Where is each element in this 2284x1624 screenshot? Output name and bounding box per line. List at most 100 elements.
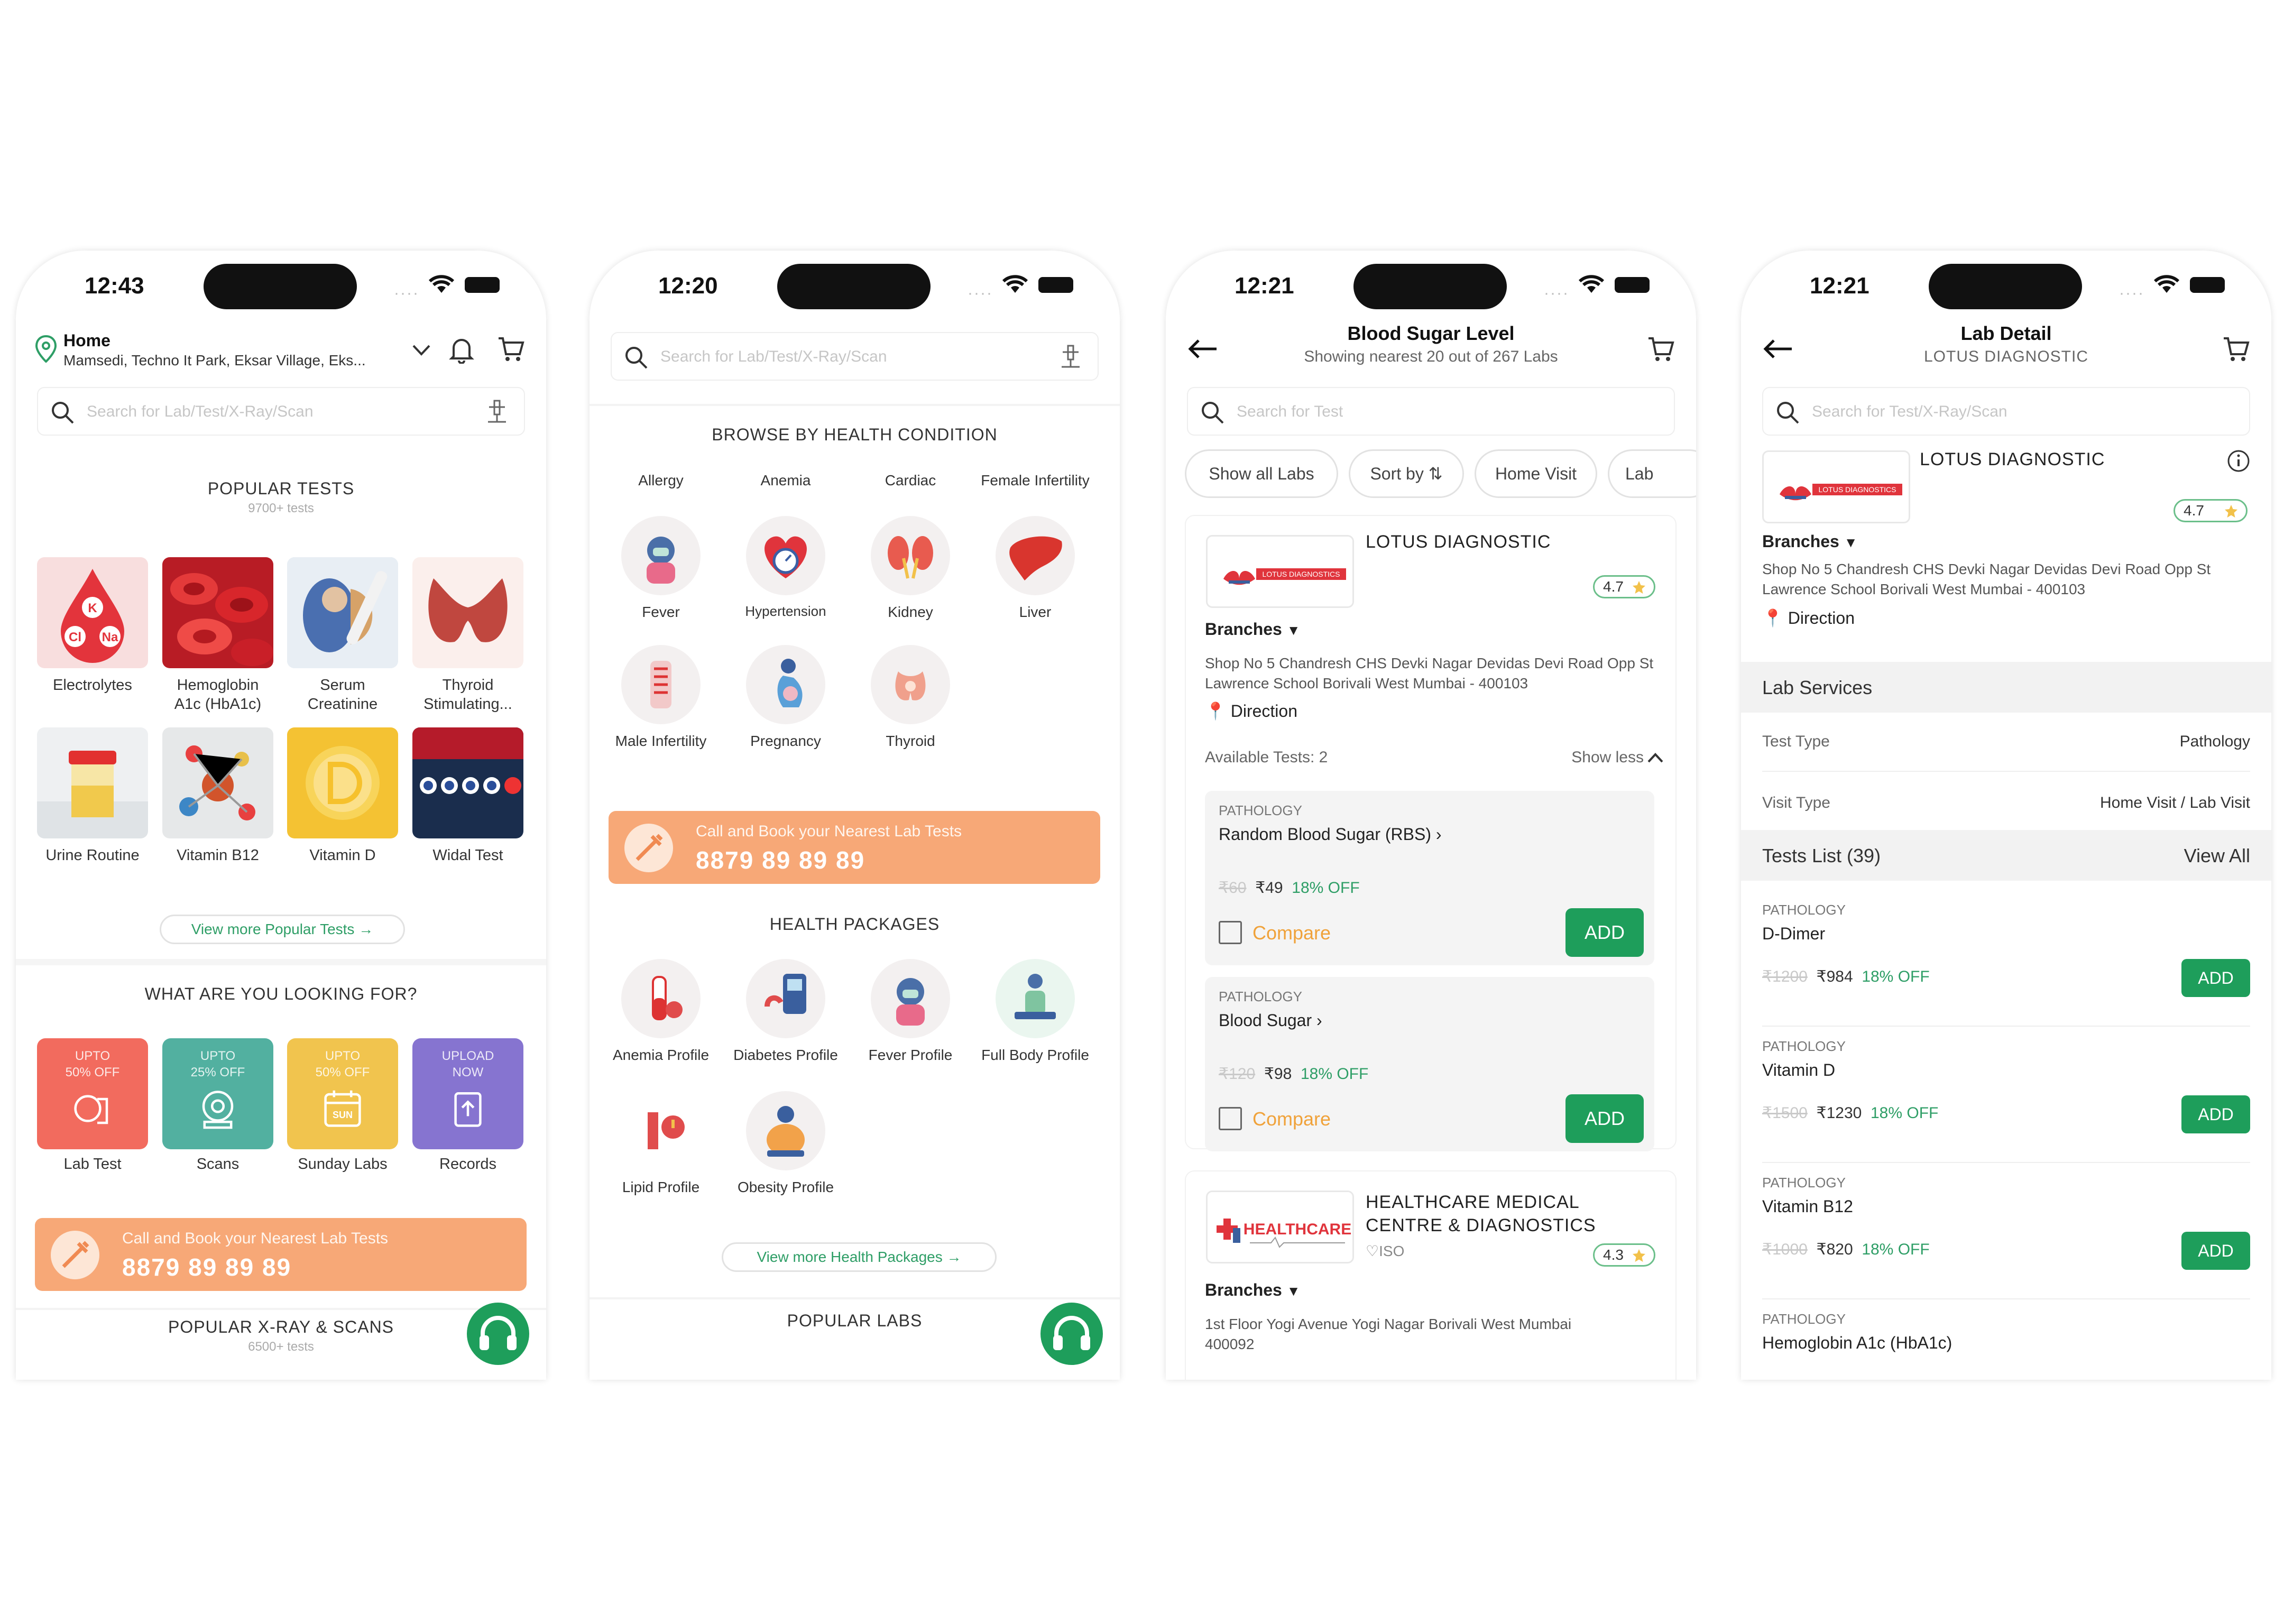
- add-button[interactable]: ADD: [1565, 1094, 1644, 1143]
- scan-machine-icon: [202, 1091, 234, 1129]
- compare-checkbox[interactable]: [1219, 1107, 1242, 1130]
- compare-label[interactable]: Compare: [1252, 1108, 1331, 1130]
- syringe-icon: [624, 824, 673, 872]
- condition-anemia-hypertension[interactable]: Anemia Hypertension: [730, 472, 841, 620]
- view-more-tests-link[interactable]: View more Popular Tests →: [160, 915, 405, 944]
- call-banner[interactable]: Call and Book your Nearest Lab Tests 887…: [609, 811, 1100, 884]
- test-price: ₹1200 ₹984 18% OFF: [1762, 967, 1930, 986]
- add-button[interactable]: ADD: [1565, 908, 1644, 957]
- test-item[interactable]: PATHOLOGY Blood Sugar › ₹120 ₹98 18% OFF…: [1205, 977, 1654, 1151]
- test-tile-hba1c[interactable]: Hemoglobin A1c (HbA1c): [162, 557, 273, 714]
- test-row[interactable]: PATHOLOGY Vitamin B12 ₹1000 ₹820 18% OFF…: [1741, 1163, 2271, 1298]
- promo-sunday-labs[interactable]: UPTO 50% OFF SUN: [287, 1038, 398, 1149]
- test-name[interactable]: Random Blood Sugar (RBS) ›: [1219, 825, 1442, 844]
- banner-phone[interactable]: 8879 89 89 89: [696, 846, 865, 874]
- promo-records[interactable]: UPLOAD NOW: [412, 1038, 523, 1149]
- test-name: Vitamin B12: [1762, 1197, 1853, 1216]
- lab-card-lotus[interactable]: LOTUS DIAGNOSTICS LOTUS DIAGNOSTIC 4.7 B…: [1185, 515, 1677, 1151]
- cart-icon[interactable]: [2222, 335, 2250, 364]
- package-diabetes[interactable]: Diabetes Profile: [730, 959, 841, 1064]
- lab-logo: HEALTHCARE: [1206, 1191, 1354, 1263]
- test-row[interactable]: PATHOLOGY Vitamin D ₹1500 ₹1230 18% OFF …: [1741, 1027, 2271, 1162]
- location-address[interactable]: Mamsedi, Techno It Park, Eksar Village, …: [63, 352, 402, 369]
- test-tile-electrolytes[interactable]: K Cl Na Electrolytes: [37, 557, 148, 695]
- location-title[interactable]: Home: [63, 331, 110, 350]
- health-packages-title: HEALTH PACKAGES: [769, 915, 940, 934]
- show-less-toggle[interactable]: Show less: [1571, 749, 1644, 767]
- cart-icon[interactable]: [496, 335, 525, 364]
- test-item[interactable]: PATHOLOGY Random Blood Sugar (RBS) › ₹60…: [1205, 791, 1654, 965]
- support-fab[interactable]: [467, 1303, 529, 1365]
- test-tile-creatinine[interactable]: Serum Creatinine: [287, 557, 398, 714]
- phone-browse-screen: 12:20 ···· Search for Lab/Test/X-Ray/Sca…: [590, 251, 1120, 1380]
- add-button[interactable]: ADD: [2181, 1095, 2250, 1133]
- test-tile-vitd[interactable]: Vitamin D: [287, 727, 398, 865]
- package-obesity[interactable]: Obesity Profile: [730, 1091, 841, 1196]
- condition-label: Liver: [1019, 604, 1052, 620]
- condition-male-infertility[interactable]: Male Infertility: [605, 645, 716, 750]
- price: ₹984: [1816, 968, 1853, 985]
- package-fever[interactable]: Fever Profile: [855, 959, 966, 1064]
- health-condition-title: BROWSE BY HEALTH CONDITION: [712, 425, 998, 444]
- support-fab[interactable]: [1040, 1303, 1103, 1365]
- test-name[interactable]: Blood Sugar ›: [1219, 1011, 1322, 1030]
- promo-lab-test[interactable]: UPTO 50% OFF: [37, 1038, 148, 1149]
- search-icon: [625, 347, 648, 369]
- tests-list-title: Tests List (39): [1762, 845, 1881, 866]
- condition-thyroid[interactable]: Thyroid: [855, 645, 966, 750]
- test-tubes-icon: [412, 727, 523, 812]
- chip-home-visit[interactable]: Home Visit: [1475, 449, 1597, 498]
- condition-cardiac-kidney[interactable]: Cardiac Kidney: [855, 472, 966, 621]
- direction-link[interactable]: 📍 Direction: [1205, 701, 1297, 721]
- bell-icon[interactable]: [448, 335, 475, 364]
- chip-sort-by[interactable]: Sort by ⇅: [1349, 449, 1464, 498]
- condition-top-label: Allergy: [638, 472, 684, 488]
- microscope-icon[interactable]: [484, 399, 510, 425]
- promo-line1: UPTO: [200, 1049, 236, 1063]
- view-all-link[interactable]: View All: [2184, 845, 2250, 867]
- test-tile-thyroid[interactable]: Thyroid Stimulating...: [412, 557, 523, 714]
- search-bar[interactable]: Search for Lab/Test/X-Ray/Scan: [37, 387, 525, 436]
- search-bar[interactable]: Search for Test/X-Ray/Scan: [1762, 387, 2250, 436]
- chevron-down-icon[interactable]: [411, 344, 431, 357]
- search-bar[interactable]: Search for Lab/Test/X-Ray/Scan: [611, 332, 1099, 381]
- promo-label: Lab Test: [63, 1156, 122, 1173]
- test-row[interactable]: PATHOLOGY D-Dimer ₹1200 ₹984 18% OFF ADD: [1741, 890, 2271, 1026]
- test-tile-urine[interactable]: Urine Routine: [37, 727, 148, 865]
- chip-lab[interactable]: Lab: [1608, 449, 1696, 498]
- test-row[interactable]: PATHOLOGY Hemoglobin A1c (HbA1c): [1741, 1299, 2271, 1379]
- compare-checkbox[interactable]: [1219, 921, 1242, 944]
- dynamic-island: [204, 264, 357, 309]
- microscope-icon[interactable]: [1057, 344, 1084, 370]
- chevron-up-icon[interactable]: [1647, 752, 1664, 763]
- thyroid-gland-icon: [428, 578, 508, 642]
- chip-show-all-labs[interactable]: Show all Labs: [1185, 449, 1338, 498]
- branches-toggle[interactable]: Branches ▼: [1205, 620, 1300, 639]
- condition-allergy-fever[interactable]: Allergy Fever: [605, 472, 716, 621]
- package-full-body[interactable]: Full Body Profile: [980, 959, 1091, 1064]
- package-label: Full Body Profile: [981, 1047, 1089, 1063]
- direction-link[interactable]: 📍 Direction: [1762, 608, 1855, 628]
- branches-toggle[interactable]: Branches ▼: [1205, 1280, 1300, 1300]
- test-tile-b12[interactable]: Vitamin B12: [162, 727, 273, 865]
- banner-line1: Call and Book your Nearest Lab Tests: [122, 1230, 389, 1247]
- test-tile-widal[interactable]: Widal Test: [412, 727, 523, 865]
- search-bar[interactable]: Search for Test: [1187, 387, 1675, 436]
- badge-k: K: [88, 601, 97, 615]
- add-button[interactable]: ADD: [2181, 959, 2250, 997]
- info-icon[interactable]: [2227, 449, 2250, 473]
- lab-card-healthcare[interactable]: HEALTHCARE HEALTHCARE MEDICAL CENTRE & DI…: [1185, 1170, 1677, 1380]
- package-anemia[interactable]: Anemia Profile: [605, 959, 716, 1064]
- call-banner[interactable]: Call and Book your Nearest Lab Tests 887…: [35, 1218, 527, 1291]
- compare-label[interactable]: Compare: [1252, 922, 1331, 944]
- banner-phone[interactable]: 8879 89 89 89: [122, 1253, 291, 1281]
- branches-toggle[interactable]: Branches ▼: [1762, 532, 1857, 551]
- view-more-packages-link[interactable]: View more Health Packages →: [722, 1242, 997, 1272]
- cart-icon[interactable]: [1646, 335, 1675, 364]
- promo-scans[interactable]: UPTO 25% OFF: [162, 1038, 273, 1149]
- condition-female-infertility-liver[interactable]: Female Infertility Liver: [980, 472, 1091, 621]
- condition-pregnancy[interactable]: Pregnancy: [730, 645, 841, 750]
- electrolytes-icon: K Cl Na: [61, 569, 124, 663]
- package-lipid[interactable]: Lipid Profile: [605, 1091, 716, 1196]
- add-button[interactable]: ADD: [2181, 1232, 2250, 1270]
